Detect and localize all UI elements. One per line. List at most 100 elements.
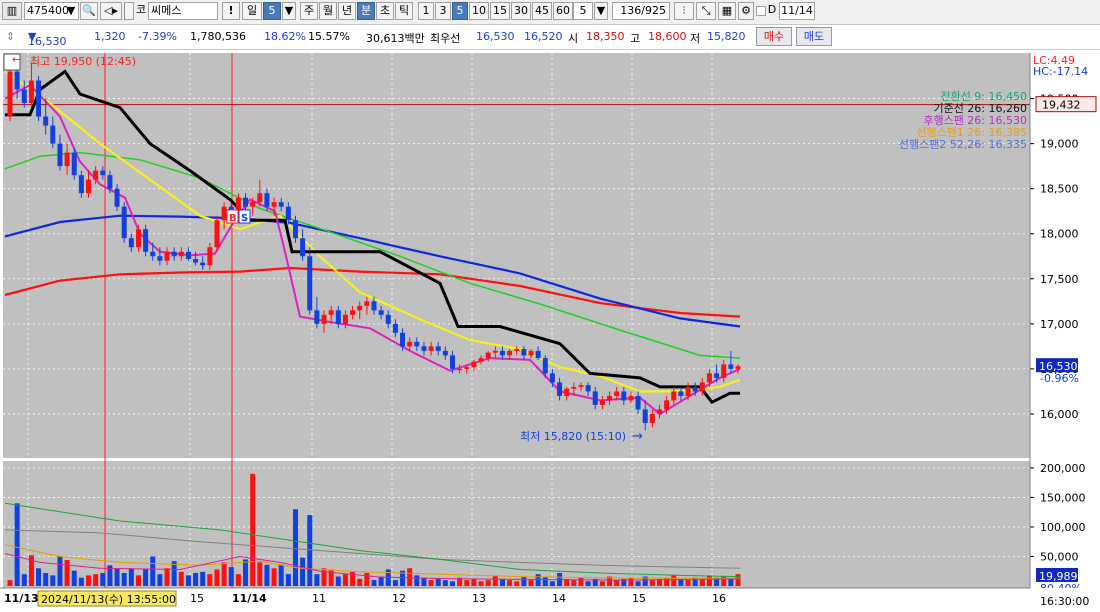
candle-body: [128, 238, 134, 248]
candle-body: [450, 355, 456, 369]
draw-icon[interactable]: ⤡: [696, 2, 716, 20]
volume-bar: [185, 575, 191, 586]
tab-4[interactable]: 초: [376, 2, 394, 20]
candle-body: [342, 314, 348, 324]
minute-button-60[interactable]: 60: [553, 2, 573, 20]
volume-bar: [492, 575, 498, 586]
chart-type-icon[interactable]: ▥: [2, 2, 22, 20]
gear-icon[interactable]: ⚙: [738, 2, 754, 20]
candle-body: [485, 352, 491, 359]
x-tick-label: 15: [632, 592, 646, 605]
candle-body: [371, 301, 377, 311]
buy-signal: B: [229, 213, 237, 224]
volume-bar: [43, 573, 49, 586]
candle-body: [585, 385, 591, 392]
volume-bar: [93, 574, 99, 586]
sell-button[interactable]: 매도: [796, 27, 832, 46]
minute-button-45[interactable]: 45: [532, 2, 552, 20]
price-chart[interactable]: 19,50019,00018,50018,00017,50017,00016,5…: [0, 50, 1100, 612]
tab-1[interactable]: 월: [319, 2, 337, 20]
candle-icon[interactable]: ⫶: [674, 2, 694, 20]
candle-body: [185, 251, 191, 259]
high-marker: 최고 19,950 (12:45): [30, 55, 136, 68]
minute-button-3[interactable]: 3: [435, 2, 451, 20]
volume-bar: [578, 577, 584, 586]
best-ask: 16,530: [476, 30, 515, 43]
ref-price-label: 19,432: [1042, 99, 1081, 112]
volume-bar: [514, 581, 520, 586]
candle-body: [278, 202, 284, 207]
volume-bar: [371, 580, 377, 586]
d-checkbox[interactable]: [756, 6, 766, 16]
high-arrow: ←: [12, 53, 21, 66]
candle-body: [350, 310, 356, 315]
volume-bar: [392, 580, 398, 586]
volume-bar: [450, 581, 456, 586]
trade-amount: 30,613백만: [366, 32, 425, 45]
candle-body: [86, 179, 92, 194]
date-input[interactable]: 11/14: [779, 2, 815, 20]
candle-body: [528, 350, 534, 356]
minute-button-1[interactable]: 1: [418, 2, 434, 20]
count-input[interactable]: 5: [573, 2, 593, 20]
prev-stock-icon[interactable]: ◁▸: [100, 2, 122, 20]
alert-button[interactable]: !: [222, 2, 240, 20]
candle-body: [135, 229, 141, 248]
candle-body: [93, 170, 99, 180]
candle-body: [407, 341, 413, 347]
toolbar: ▥ 475400 ▼ 🔍 ◁▸ 코 씨메스 ! 일 5 ▼ 5 ▼ 136/92…: [0, 0, 1100, 25]
period-day-button[interactable]: 일: [242, 2, 262, 20]
volume-tick-label: 50,000: [1040, 550, 1079, 563]
volume-bar: [7, 580, 13, 586]
x-tick-label: 11: [312, 592, 326, 605]
minute-button-10[interactable]: 10: [469, 2, 489, 20]
y-tick-label: 17,500: [1040, 273, 1079, 286]
volume-bar: [243, 559, 249, 586]
candle-body: [114, 188, 120, 207]
volume-bar: [649, 580, 655, 586]
candle-body: [592, 391, 598, 405]
candle-body: [214, 220, 220, 248]
candle-body: [678, 391, 684, 396]
volume-bar: [292, 509, 298, 586]
volume-bar: [121, 573, 127, 586]
tab-5[interactable]: 틱: [395, 2, 413, 20]
volume-bar: [278, 564, 284, 586]
candle-body: [442, 350, 448, 356]
candle-body: [728, 364, 734, 369]
expand-icon[interactable]: ⇕: [6, 30, 15, 43]
candle-body: [250, 202, 256, 207]
volume-bar: [86, 575, 92, 586]
candle-body: [557, 382, 563, 396]
minute-button-30[interactable]: 30: [511, 2, 531, 20]
volume-bar: [528, 580, 534, 586]
search-icon[interactable]: 🔍: [80, 2, 98, 20]
volume-bar: [585, 581, 591, 586]
code-dropdown-icon[interactable]: ▼: [64, 3, 78, 21]
volume-bar: [314, 574, 320, 586]
volume-bar: [735, 574, 741, 586]
volume-bar: [100, 573, 106, 586]
period-dropdown-icon[interactable]: ▼: [282, 2, 296, 20]
candle-body: [735, 366, 741, 369]
volume-bar: [699, 578, 705, 586]
tab-0[interactable]: 주: [300, 2, 318, 20]
tab-2[interactable]: 년: [338, 2, 356, 20]
x-tick-label: 16: [712, 592, 726, 605]
volume-bar: [221, 562, 227, 586]
tab-3[interactable]: 분: [357, 2, 375, 20]
stock-name-input[interactable]: 씨메스: [148, 2, 218, 20]
candle-body: [314, 310, 320, 324]
volume-bar: [635, 581, 641, 586]
page-info: 136/925: [612, 2, 670, 20]
minute-button-15[interactable]: 15: [490, 2, 510, 20]
open-price: 18,350: [586, 30, 625, 43]
count-dropdown-icon[interactable]: ▼: [594, 2, 608, 20]
market-prefix: 코: [135, 3, 147, 16]
buy-button[interactable]: 매수: [756, 27, 792, 46]
y-tick-label: 17,000: [1040, 318, 1079, 331]
candle-body: [721, 364, 727, 378]
minute-button-5[interactable]: 5: [452, 2, 468, 20]
period-value[interactable]: 5: [263, 2, 281, 20]
grid-icon[interactable]: ▦: [718, 2, 736, 20]
